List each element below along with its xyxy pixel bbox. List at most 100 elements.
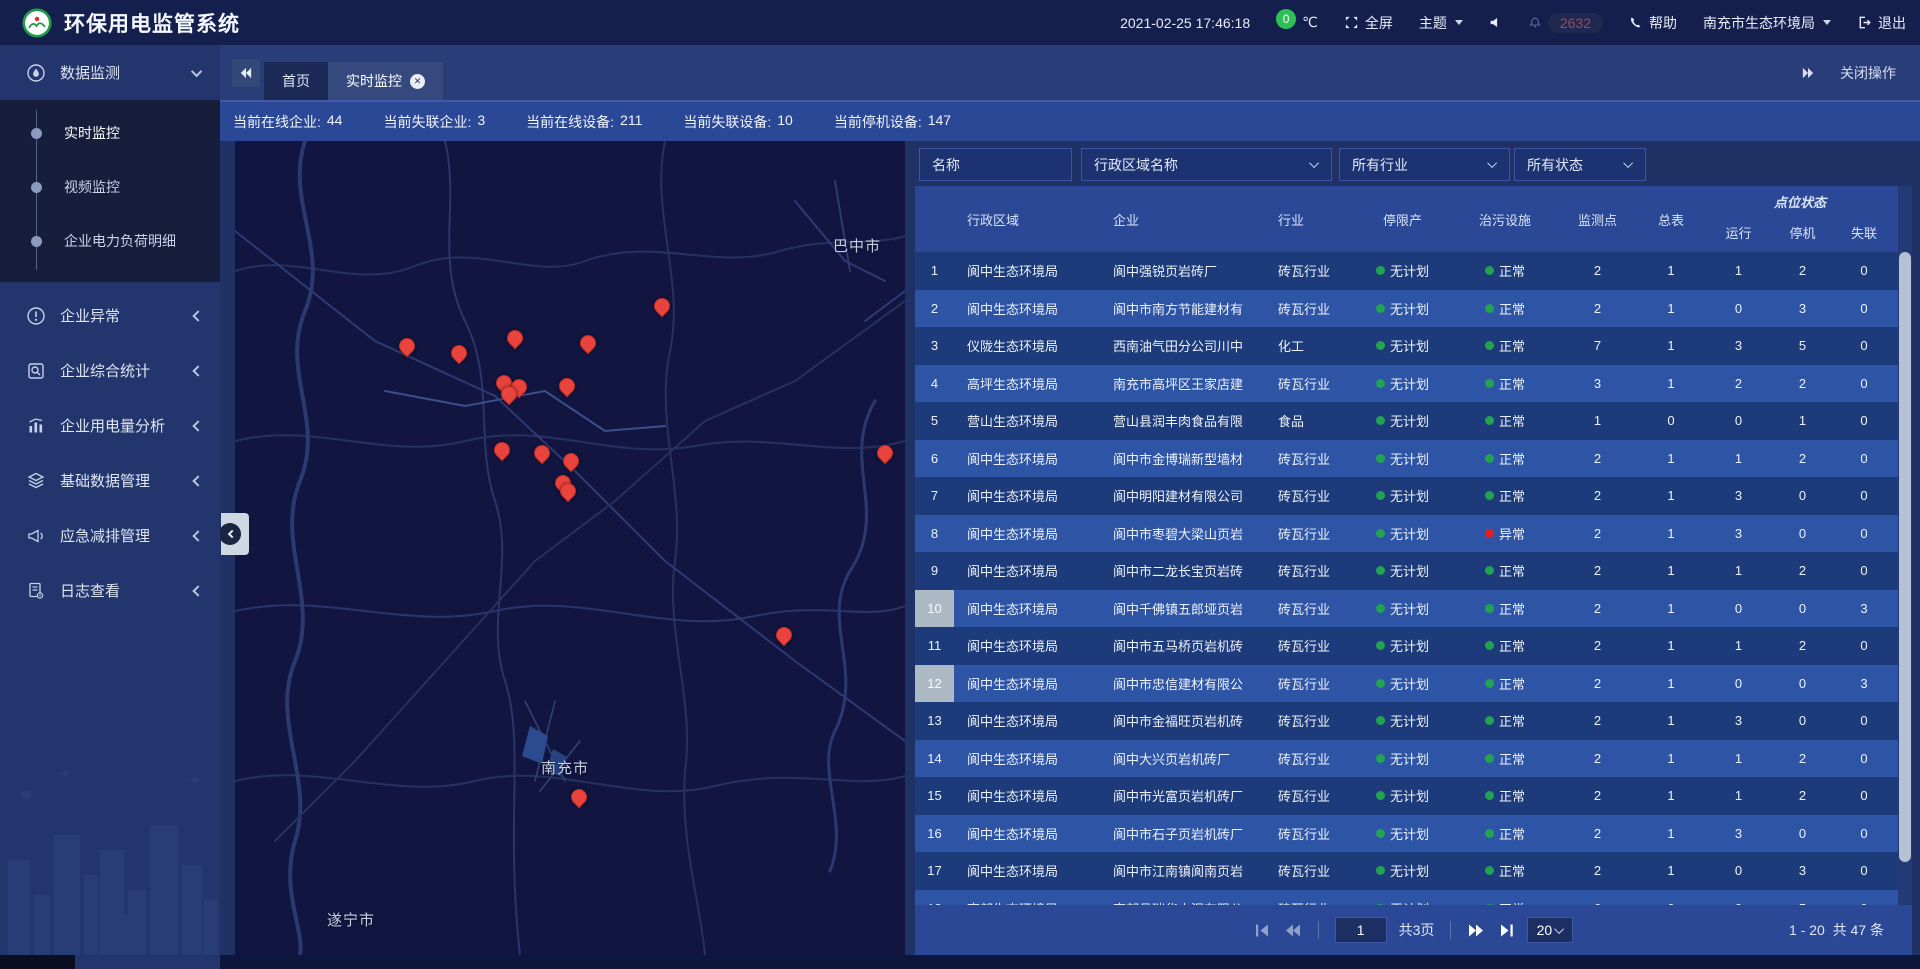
cell-no: 1 [915, 252, 954, 290]
map-canvas[interactable]: 巴中市南充市遂宁市 [235, 141, 905, 955]
table-row[interactable]: 2阆中生态环境局阆中市南方节能建材有砖瓦行业无计划正常21030 [915, 290, 1898, 328]
close-operations-button[interactable]: 关闭操作 [1840, 63, 1896, 83]
cell-facility: 正常 [1455, 252, 1555, 290]
cell-lost: 0 [1830, 327, 1898, 365]
sidebar-item-realtime-monitor[interactable]: 实时监控 [0, 106, 220, 160]
tab-realtime-monitor[interactable]: 实时监控 [328, 62, 443, 100]
sidebar-item-enterprise-stats[interactable]: 企业综合统计 [0, 343, 220, 398]
close-icon[interactable] [410, 74, 425, 89]
cell-company: 阆中市枣碧大梁山页岩 [1100, 515, 1265, 553]
cell-run: 0 [1702, 665, 1775, 703]
table-row[interactable]: 1阆中生态环境局阆中强锐页岩砖厂砖瓦行业无计划正常21120 [915, 252, 1898, 290]
status-dot [1376, 679, 1385, 688]
table-row[interactable]: 5营山生态环境局营山县润丰肉食品有限食品无计划正常10010 [915, 402, 1898, 440]
cell-facility: 正常 [1455, 852, 1555, 890]
sidebar-item-label: 应急减排管理 [60, 525, 194, 546]
page-size-select[interactable]: 20 [1527, 917, 1573, 943]
status-dot [1485, 829, 1494, 838]
notification-count-badge: 2632 [1548, 13, 1603, 33]
cell-lost: 0 [1830, 552, 1898, 590]
cell-industry: 砖瓦行业 [1265, 252, 1350, 290]
sidebar-item-label: 企业综合统计 [60, 360, 194, 381]
table-row[interactable]: 6阆中生态环境局阆中市金博瑞新型墙材砖瓦行业无计划正常21120 [915, 440, 1898, 478]
cell-facility: 正常 [1455, 627, 1555, 665]
sidebar-item-power-analysis[interactable]: 企业用电量分析 [0, 398, 220, 453]
cell-industry: 砖瓦行业 [1265, 290, 1350, 328]
mute-button[interactable] [1489, 16, 1502, 29]
name-filter-input[interactable] [919, 148, 1072, 181]
cell-no: 3 [915, 327, 954, 365]
table-row[interactable]: 14阆中生态环境局阆中大兴页岩机砖厂砖瓦行业无计划正常21120 [915, 740, 1898, 778]
prev-page-icon[interactable] [1284, 923, 1302, 938]
logout-button[interactable]: 退出 [1857, 13, 1906, 33]
cell-points: 2 [1555, 515, 1640, 553]
cell-run: 3 [1702, 477, 1775, 515]
sidebar-item-log-view[interactable]: 日志查看 [0, 563, 220, 618]
submenu-dot-icon [31, 236, 42, 247]
stats-bar: 当前在线企业:44 当前失联企业:3 当前在线设备:211 当前失联设备:10 … [220, 100, 1920, 141]
status-dot [1376, 604, 1385, 613]
table-row[interactable]: 3仪陇生态环境局西南油气田分公司川中化工无计划正常71350 [915, 327, 1898, 365]
pagination-bar: 共3页 20 1 - 20 共 47 条 [915, 905, 1912, 955]
table-row[interactable]: 15阆中生态环境局阆中市光富页岩机砖厂砖瓦行业无计划正常21120 [915, 777, 1898, 815]
sidebar-item-video-monitor[interactable]: 视频监控 [0, 160, 220, 214]
notification-area[interactable]: 2632 [1528, 13, 1603, 33]
table-row[interactable]: 11阆中生态环境局阆中市五马桥页岩机砖砖瓦行业无计划正常21120 [915, 627, 1898, 665]
cell-no: 13 [915, 702, 954, 740]
cell-lost: 0 [1830, 852, 1898, 890]
table-row[interactable]: 9阆中生态环境局阆中市二龙长宝页岩砖砖瓦行业无计划正常21120 [915, 552, 1898, 590]
cell-lost: 0 [1830, 290, 1898, 328]
cell-run: 0 [1702, 402, 1775, 440]
cell-no: 12 [915, 665, 954, 703]
cell-points: 2 [1555, 815, 1640, 853]
page-number-input[interactable] [1335, 917, 1387, 943]
table-row[interactable]: 12阆中生态环境局阆中市忠信建材有限公砖瓦行业无计划正常21003 [915, 665, 1898, 703]
table-row[interactable]: 7阆中生态环境局阆中明阳建材有限公司砖瓦行业无计划正常21300 [915, 477, 1898, 515]
last-page-icon[interactable] [1497, 923, 1515, 938]
sidebar-item-power-load-detail[interactable]: 企业电力负荷明细 [0, 214, 220, 268]
double-chevron-right-icon[interactable] [1800, 67, 1816, 79]
cell-stop_production: 无计划 [1350, 665, 1455, 703]
cell-stop_production: 无计划 [1350, 740, 1455, 778]
cell-meters: 1 [1640, 852, 1702, 890]
cell-run: 3 [1702, 815, 1775, 853]
table-row[interactable]: 17阆中生态环境局阆中市江南镇阆南页岩砖瓦行业无计划正常21030 [915, 852, 1898, 890]
first-page-icon[interactable] [1254, 923, 1272, 938]
tabs-scroll-left-button[interactable] [232, 59, 260, 87]
table-row[interactable]: 13阆中生态环境局阆中市金福旺页岩机砖砖瓦行业无计划正常21300 [915, 702, 1898, 740]
cell-stopped: 2 [1775, 627, 1830, 665]
tab-home[interactable]: 首页 [264, 62, 328, 100]
industry-filter-select[interactable]: 所有行业 [1339, 148, 1510, 181]
region-filter-select[interactable]: 行政区域名称 [1081, 148, 1332, 181]
fullscreen-button[interactable]: 全屏 [1344, 13, 1393, 33]
sidebar-item-data-monitoring[interactable]: 数据监测 [0, 45, 220, 100]
sidebar-item-label: 企业用电量分析 [60, 415, 194, 436]
table-row[interactable]: 16阆中生态环境局阆中市石子页岩机砖厂砖瓦行业无计划正常21300 [915, 815, 1898, 853]
cell-industry: 砖瓦行业 [1265, 665, 1350, 703]
table-row[interactable]: 10阆中生态环境局阆中千佛镇五郎垭页岩砖瓦行业无计划正常21003 [915, 590, 1898, 628]
col-industry: 行业 [1265, 186, 1350, 252]
org-dropdown[interactable]: 南充市生态环境局 [1703, 13, 1831, 33]
theme-dropdown[interactable]: 主题 [1419, 13, 1463, 33]
sidebar-item-base-data[interactable]: 基础数据管理 [0, 453, 220, 508]
table-row[interactable]: 8阆中生态环境局阆中市枣碧大梁山页岩砖瓦行业无计划异常21300 [915, 515, 1898, 553]
next-page-icon[interactable] [1467, 923, 1485, 938]
table-scrollbar-track[interactable] [1898, 186, 1912, 905]
status-dot [1485, 641, 1494, 650]
table-scrollbar-thumb[interactable] [1899, 252, 1911, 862]
status-filter-select[interactable]: 所有状态 [1514, 148, 1646, 181]
cell-industry: 砖瓦行业 [1265, 440, 1350, 478]
cell-company: 阆中市金福旺页岩机砖 [1100, 702, 1265, 740]
table-row[interactable]: 18南部生态环境局南部县瑞华水泥有限公砖瓦行业无计划正常60050 [915, 890, 1898, 906]
panel-collapse-button[interactable] [221, 513, 249, 555]
sidebar-item-emergency-reduction[interactable]: 应急减排管理 [0, 508, 220, 563]
cell-stop_production: 无计划 [1350, 290, 1455, 328]
table-row[interactable]: 4高坪生态环境局南充市高坪区王家店建砖瓦行业无计划正常31220 [915, 365, 1898, 403]
fullscreen-icon [1344, 15, 1359, 30]
cell-points: 6 [1555, 890, 1640, 906]
sidebar-item-enterprise-abnormal[interactable]: 企业异常 [0, 288, 220, 343]
status-dot [1485, 566, 1494, 575]
cell-stopped: 2 [1775, 552, 1830, 590]
stat-offline-enterprises: 当前失联企业:3 [383, 112, 485, 132]
help-button[interactable]: 帮助 [1629, 13, 1677, 33]
